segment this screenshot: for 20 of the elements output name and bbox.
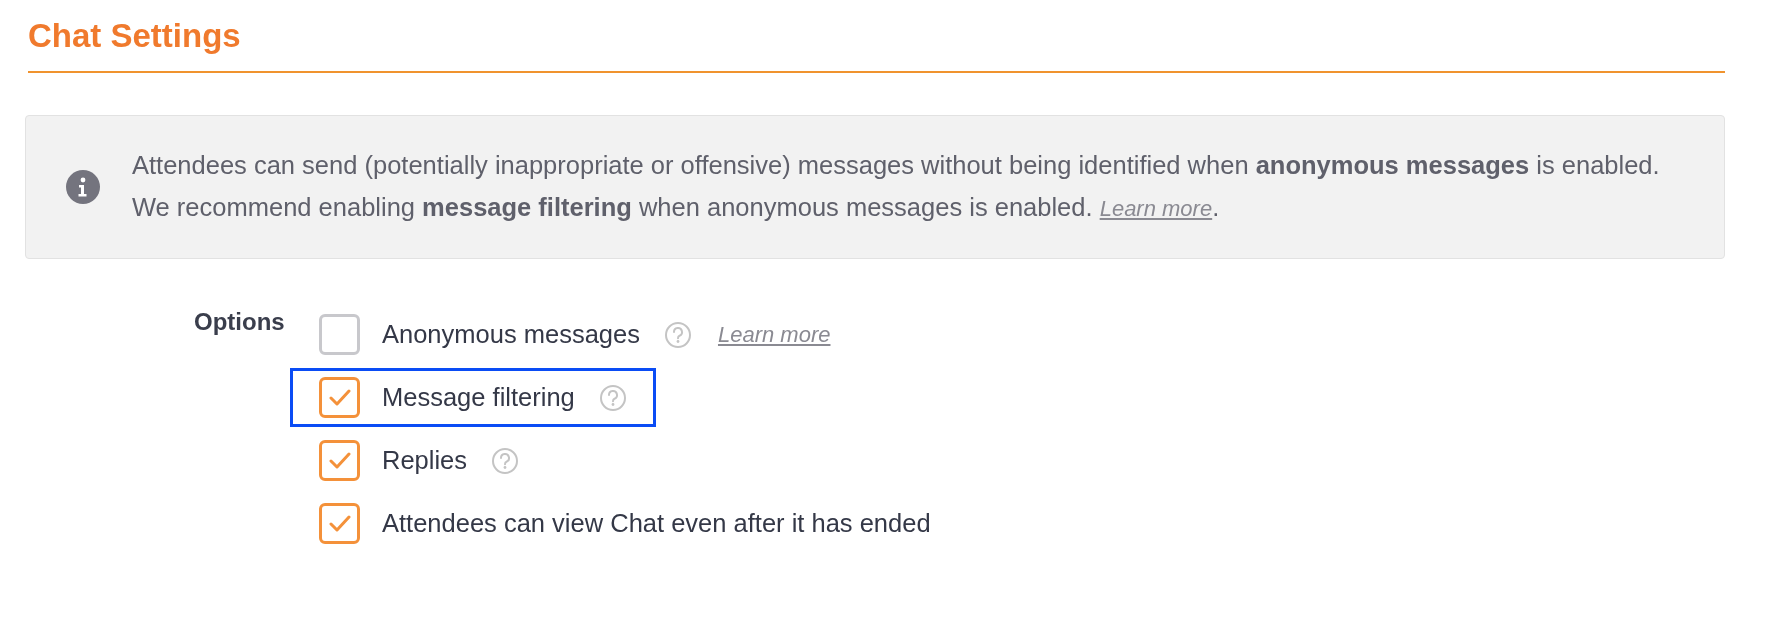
checkmark-icon	[328, 514, 351, 533]
learn-more-link[interactable]: Learn more	[717, 318, 831, 351]
option-label: Message filtering	[382, 382, 575, 414]
option-label: Anonymous messages	[382, 319, 640, 351]
checkbox[interactable]	[319, 377, 360, 418]
options-label: Options	[194, 307, 286, 337]
help-icon[interactable]	[663, 320, 692, 349]
option-label: Replies	[382, 445, 468, 477]
checkbox[interactable]	[319, 314, 360, 355]
info-icon	[66, 170, 100, 204]
notice-text: Attendees can send (potentially inappropriate or offensive) messages without being identified when anonymous messages is enabled. We recommend enabling message filtering when anonymous messages is enabled. Learn more.	[132, 150, 1661, 223]
page-title: Chat Settings	[28, 16, 242, 56]
checkbox[interactable]	[319, 440, 360, 481]
help-icon[interactable]	[491, 446, 520, 475]
checkmark-icon	[328, 451, 351, 470]
checkmark-icon	[328, 388, 351, 407]
option-label: Attendees can view Chat even after it has ended	[382, 508, 931, 540]
checkbox[interactable]	[319, 503, 360, 544]
help-icon[interactable]	[598, 383, 627, 412]
learn-more-link[interactable]: Learn more	[1099, 196, 1213, 221]
